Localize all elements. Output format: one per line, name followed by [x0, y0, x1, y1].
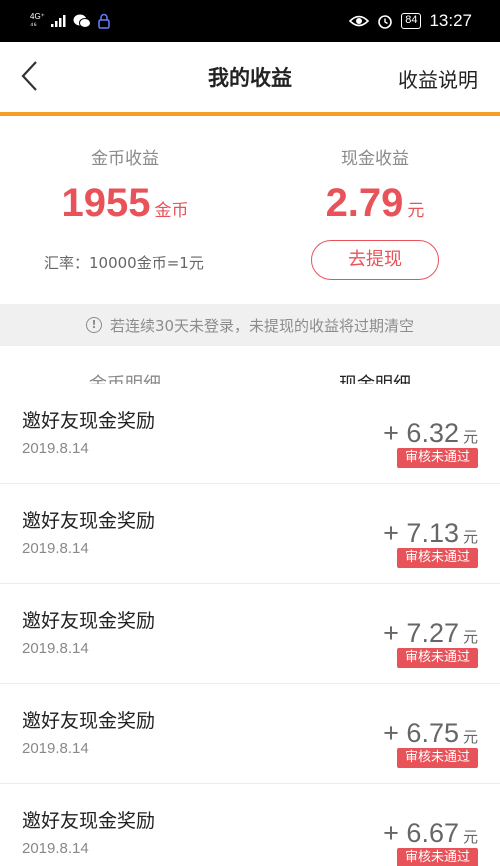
wechat-icon	[73, 14, 91, 28]
expiry-notice: ! 若连续30天未登录，未提现的收益将过期清空	[0, 304, 500, 346]
item-amount: + 7.13 元	[383, 518, 478, 549]
status-bar: 4G⁺ ⁴⁶ 84 13:27	[0, 0, 500, 42]
item-date: 2019.8.14	[22, 440, 89, 457]
chevron-left-icon	[21, 61, 37, 91]
item-amount-unit: 元	[462, 628, 478, 646]
list-item[interactable]: 邀好友现金奖励 2019.8.14 + 6.32 元 审核未通过	[0, 384, 500, 484]
lock-notification-icon	[98, 13, 110, 29]
item-date: 2019.8.14	[22, 540, 89, 557]
alarm-icon	[378, 15, 393, 29]
item-title: 邀好友现金奖励	[22, 710, 156, 732]
cash-amount-row: 2.79 元	[250, 181, 500, 227]
list-item[interactable]: 邀好友现金奖励 2019.8.14 + 7.13 元 审核未通过	[0, 484, 500, 584]
cash-earnings-label: 现金收益	[341, 149, 409, 169]
status-badge: 审核未通过	[396, 648, 478, 668]
battery-indicator: 84	[401, 13, 422, 29]
item-amount: + 6.75 元	[383, 718, 478, 749]
expiry-notice-text: 若连续30天未登录，未提现的收益将过期清空	[109, 316, 415, 335]
coin-earnings: 金币收益 1955 金币	[0, 116, 250, 227]
cash-amount: 2.79	[325, 181, 404, 225]
item-amount-value: + 6.32	[383, 418, 459, 448]
list-item[interactable]: 邀好友现金奖励 2019.8.14 + 6.67 元 审核未通过	[0, 784, 500, 866]
status-badge: 审核未通过	[396, 548, 478, 568]
exchange-rate: 汇率：10000金币=1元	[44, 254, 204, 272]
item-amount-unit: 元	[462, 428, 478, 446]
item-amount: + 6.32 元	[383, 418, 478, 449]
coin-unit: 金币	[154, 201, 189, 221]
signal-icon	[50, 15, 66, 27]
earnings-summary: 金币收益 1955 金币 现金收益 2.79 元 汇率：10000金币=1元 去…	[0, 116, 500, 304]
item-amount: + 7.27 元	[383, 618, 478, 649]
item-amount-unit: 元	[462, 828, 478, 846]
status-left: 4G⁺ ⁴⁶	[30, 10, 111, 32]
item-title: 邀好友现金奖励	[22, 610, 156, 632]
item-amount-value: + 6.75	[383, 718, 459, 748]
status-badge: 审核未通过	[396, 748, 478, 768]
list-item[interactable]: 邀好友现金奖励 2019.8.14 + 7.27 元 审核未通过	[0, 584, 500, 684]
item-amount-value: + 7.27	[383, 618, 459, 648]
network-type: 4G⁺	[30, 12, 45, 21]
item-amount-value: + 7.13	[383, 518, 459, 548]
withdraw-button[interactable]: 去提现	[311, 240, 439, 280]
network-indicator: 4G⁺ ⁴⁶	[30, 12, 45, 30]
list-item[interactable]: 邀好友现金奖励 2019.8.14 + 6.75 元 审核未通过	[0, 684, 500, 784]
cash-earnings: 现金收益 2.79 元	[250, 116, 500, 227]
status-badge: 审核未通过	[396, 448, 478, 468]
item-amount-unit: 元	[462, 728, 478, 746]
item-title: 邀好友现金奖励	[22, 810, 156, 832]
item-amount-value: + 6.67	[383, 818, 459, 848]
status-right: 84 13:27	[349, 8, 472, 34]
status-badge: 审核未通过	[396, 848, 478, 866]
network-sub: ⁴⁶	[30, 21, 37, 30]
coin-earnings-label: 金币收益	[91, 149, 159, 169]
info-icon: !	[85, 317, 102, 333]
coin-amount-row: 1955 金币	[0, 181, 250, 227]
cash-detail-list: 邀好友现金奖励 2019.8.14 + 6.32 元 审核未通过 邀好友现金奖励…	[0, 384, 500, 866]
item-date: 2019.8.14	[22, 740, 89, 757]
item-amount-unit: 元	[462, 528, 478, 546]
item-date: 2019.8.14	[22, 640, 89, 657]
item-amount: + 6.67 元	[383, 818, 478, 849]
cash-unit: 元	[407, 201, 425, 221]
status-time: 13:27	[429, 11, 472, 30]
eye-icon	[349, 15, 370, 27]
earnings-explanation-link[interactable]: 收益说明	[398, 64, 478, 93]
coin-amount: 1955	[61, 181, 151, 225]
nav-bar: 我的收益 收益说明	[0, 42, 500, 112]
item-title: 邀好友现金奖励	[22, 410, 156, 432]
item-title: 邀好友现金奖励	[22, 510, 156, 532]
back-button[interactable]	[14, 56, 54, 96]
item-date: 2019.8.14	[22, 840, 89, 857]
